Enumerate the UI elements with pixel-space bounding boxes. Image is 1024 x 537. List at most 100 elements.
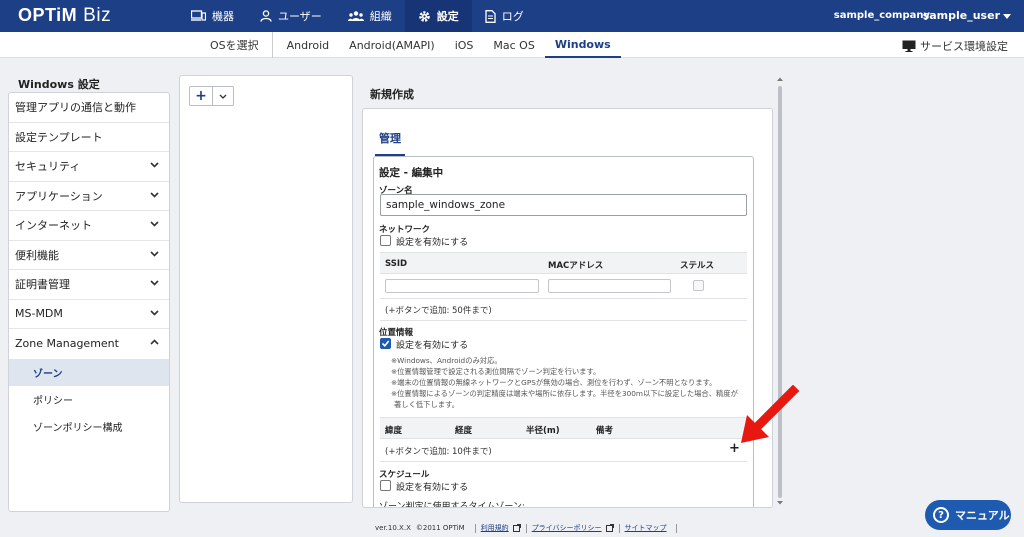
column-mac-address: MACアドレス [548, 261, 604, 271]
column-latitude: 緯度 [385, 426, 403, 436]
sidebar-item-templates[interactable]: 設定テンプレート [9, 123, 169, 152]
location-enable-label: 設定を有効にする [396, 341, 469, 351]
caret-down-icon[interactable] [1003, 14, 1011, 19]
location-note: ※Windows、Androidのみ対応。 [391, 356, 502, 365]
user-menu[interactable]: sample_user [923, 9, 1000, 22]
nav-users-label: ユーザー [278, 10, 322, 23]
tab-management[interactable]: 管理 [375, 127, 405, 156]
chevron-down-icon [219, 94, 227, 99]
edit-title: 設定 - 編集中 [379, 167, 444, 179]
brand-logo[interactable]: OPTiM Biz [18, 5, 111, 27]
manual-button[interactable]: ? マニュアル [925, 500, 1011, 530]
divider [474, 523, 476, 533]
device-icon [191, 10, 206, 21]
sidebar-item-internet[interactable]: インターネット [9, 211, 169, 241]
column-stealth: ステルス [680, 261, 715, 271]
sidebar-item-label: 設定テンプレート [15, 130, 103, 144]
location-table-header: 緯度 経度 半径(m) 備考 [380, 417, 747, 439]
scroll-up-icon[interactable] [776, 76, 784, 82]
tab-windows[interactable]: Windows [544, 32, 621, 58]
version-text: ver.10.X.X [375, 524, 411, 532]
nav-users[interactable]: ユーザー [247, 0, 335, 32]
tab-android[interactable]: Android [277, 32, 340, 58]
sidebar-item-label: セキュリティ [15, 160, 81, 174]
service-settings-link[interactable]: サービス環境設定 [902, 38, 1008, 54]
chevron-down-icon [150, 309, 159, 316]
chevron-down-icon [150, 280, 159, 286]
schedule-enable-checkbox[interactable] [380, 480, 391, 491]
chevron-down-icon [150, 250, 159, 257]
help-icon: ? [933, 507, 949, 523]
schedule-enable-label: 設定を有効にする [396, 483, 469, 493]
sidebar-subitem-policy[interactable]: ポリシー [9, 386, 169, 413]
add-dropdown-toggle[interactable] [213, 87, 233, 105]
location-enable-checkbox[interactable] [380, 338, 391, 349]
divider [380, 298, 747, 299]
location-note: ※端末の位置情報の無線ネットワークとGPSが無効の場合、測位を行わず、ゾーン不明… [391, 378, 717, 387]
sidebar-item-label: アプリケーション [15, 189, 103, 203]
column-ssid: SSID [385, 259, 408, 269]
divider [380, 320, 747, 321]
tab-android-amapi[interactable]: Android(AMAPI) [339, 32, 445, 58]
scroll-down-icon[interactable] [776, 500, 784, 506]
document-icon [485, 9, 496, 23]
edit-box: 設定 - 編集中 ゾーン名 sample_windows_zone ネットワーク… [373, 156, 754, 508]
nav-organization-label: 組織 [369, 10, 392, 23]
brand-name: OPTiM [18, 5, 78, 25]
stealth-checkbox[interactable] [693, 280, 704, 291]
nav-organization[interactable]: 組織 [335, 0, 405, 32]
sidebar-item-zone-management[interactable]: Zone Management [9, 329, 169, 359]
gear-icon [418, 10, 430, 22]
sidebar-subitem-zone[interactable]: ゾーン [9, 358, 169, 386]
mac-address-input[interactable] [548, 279, 671, 293]
user-icon [260, 10, 272, 22]
monitor-icon [902, 40, 916, 52]
sidebar-item-ms-mdm[interactable]: MS-MDM [9, 300, 169, 329]
main-nav: 機器 ユーザー 組織 設定 ログ [178, 0, 537, 32]
timezone-label: ゾーン判定に使用するタイムゾーン: [379, 502, 525, 508]
top-bar: OPTiM Biz 機器 ユーザー 組織 設定 ログ sample_company… [0, 0, 1024, 32]
checkmark-icon [381, 340, 390, 347]
sidebar-title: Windows 設定 [18, 78, 100, 91]
nav-settings-label: 設定 [436, 10, 459, 23]
tab-macos[interactable]: Mac OS [483, 32, 544, 58]
chevron-up-icon [150, 339, 159, 345]
location-note: ※位置情報によるゾーンの判定精度は端末や場所に依存します。半径を300m以下に設… [391, 389, 738, 398]
sidebar-item-security[interactable]: セキュリティ [9, 152, 169, 182]
main-form-panel: 管理 設定 - 編集中 ゾーン名 sample_windows_zone ネット… [362, 108, 773, 508]
ssid-input[interactable] [385, 279, 539, 293]
add-button-group: + [189, 86, 234, 106]
nav-settings[interactable]: 設定 [404, 0, 472, 32]
company-name: sample_company [833, 10, 930, 21]
sitemap-link[interactable]: サイトマップ [625, 523, 667, 533]
page-title: 新規作成 [370, 88, 414, 101]
terms-link[interactable]: 利用規約 [481, 523, 509, 533]
sidebar-item-certificates[interactable]: 証明書管理 [9, 270, 169, 300]
nav-logs-label: ログ [501, 10, 524, 23]
os-tabs: OSを選択 Android Android(AMAPI) iOS Mac OS … [200, 32, 621, 58]
tab-select-os: OSを選択 [200, 32, 273, 58]
group-icon [347, 11, 364, 21]
divider [380, 461, 747, 462]
nav-logs[interactable]: ログ [472, 0, 537, 32]
column-remarks: 備考 [596, 426, 614, 436]
network-add-hint: (+ボタンで追加: 50件まで) [385, 306, 492, 316]
network-enable-checkbox[interactable] [380, 235, 391, 246]
tab-ios[interactable]: iOS [445, 32, 484, 58]
sidebar-item-applications[interactable]: アプリケーション [9, 182, 169, 211]
footer: ver.10.X.X ©2011 OPTiM 利用規約 プライバシーポリシー サ… [375, 523, 682, 533]
chevron-down-icon [150, 221, 159, 227]
external-link-icon [512, 524, 521, 532]
sidebar-item-utilities[interactable]: 便利機能 [9, 241, 169, 270]
sidebar-item-app-communication[interactable]: 管理アプリの通信と動作 [9, 93, 169, 123]
privacy-policy-link[interactable]: プライバシーポリシー [532, 523, 602, 533]
sidebar: 管理アプリの通信と動作 設定テンプレート セキュリティ アプリケーション インタ… [8, 92, 170, 512]
location-add-hint: (+ボタンで追加: 10件まで) [385, 447, 492, 457]
sidebar-subitem-zone-policy-config[interactable]: ゾーンポリシー構成 [9, 413, 169, 440]
manual-button-label: マニュアル [955, 509, 1010, 522]
location-note: 著しく低下します。 [394, 400, 459, 409]
annotation-arrow-icon [741, 385, 800, 443]
zone-name-input[interactable]: sample_windows_zone [380, 194, 747, 216]
nav-devices[interactable]: 機器 [178, 0, 247, 32]
add-button[interactable]: + [190, 87, 213, 105]
